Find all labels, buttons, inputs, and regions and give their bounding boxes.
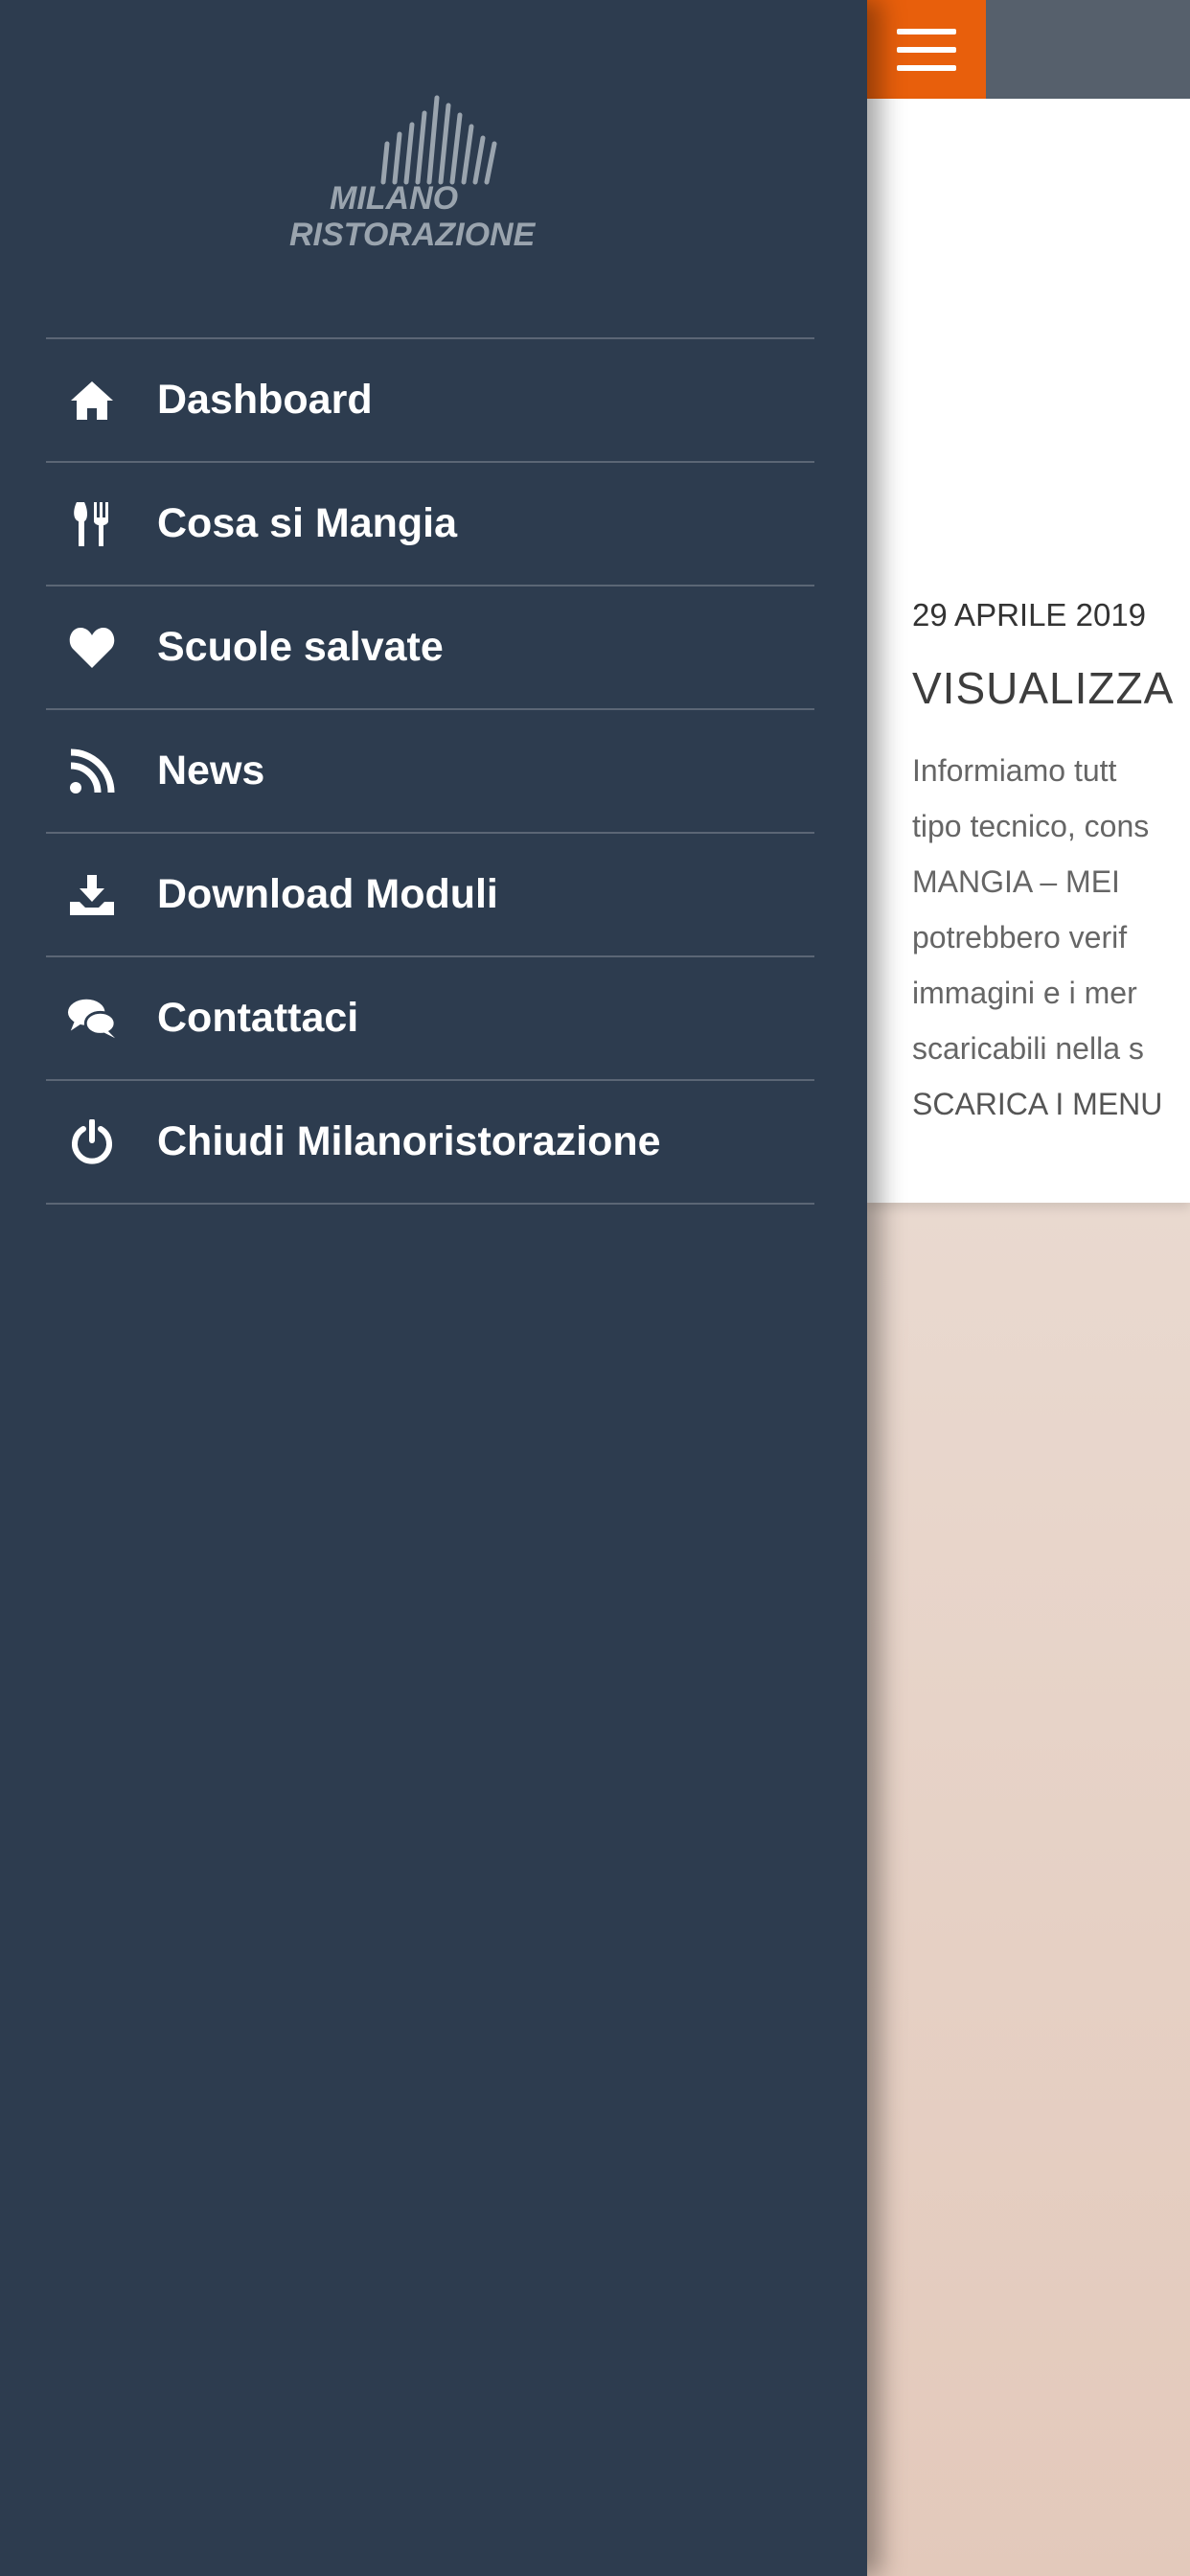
logo-graphic: MILANO RISTORAZIONE: [289, 95, 537, 253]
menu-item-contattaci[interactable]: Contattaci: [46, 957, 814, 1081]
news-line: MANGIA – MEI: [912, 864, 1120, 899]
news-line: scaricabili nella s: [912, 1031, 1144, 1066]
power-icon: [67, 1117, 117, 1167]
news-line: immagini e i mer: [912, 976, 1137, 1010]
news-date: 29 APRILE 2019: [912, 597, 1147, 632]
menu-item-label: Dashboard: [157, 377, 373, 423]
menu-item-label: Chiudi Milanoristorazione: [157, 1118, 661, 1164]
menu-item-label: Download Moduli: [157, 871, 498, 917]
hamburger-icon: [897, 28, 956, 71]
menu-item-label: Cosa si Mangia: [157, 500, 458, 546]
news-line: Informiamo tutt: [912, 753, 1117, 788]
brand-logo: MILANO RISTORAZIONE: [287, 77, 575, 253]
home-icon: [67, 376, 117, 426]
news-card[interactable]: 29 APRILE 2019 VISUALIZZA Informiamo tut…: [867, 99, 1190, 1203]
news-line: tipo tecnico, cons: [912, 809, 1150, 843]
download-icon: [67, 870, 117, 920]
menu-item-label: Contattaci: [157, 995, 359, 1041]
logo-line-1: MILANO: [330, 180, 458, 217]
menu-item-label: News: [157, 748, 265, 794]
top-bar: [867, 0, 1190, 99]
menu-item-download-moduli[interactable]: Download Moduli: [46, 834, 814, 957]
menu-item-chiudi[interactable]: Chiudi Milanoristorazione: [46, 1081, 814, 1205]
menu-item-cosa-si-mangia[interactable]: Cosa si Mangia: [46, 463, 814, 586]
menu-item-news[interactable]: News: [46, 710, 814, 834]
chat-icon: [67, 994, 117, 1044]
menu-item-label: Scuole salvate: [157, 624, 444, 670]
menu-item-dashboard[interactable]: Dashboard: [46, 339, 814, 463]
rss-icon: [67, 747, 117, 796]
cutlery-icon: [67, 499, 117, 549]
main-content: 29 APRILE 2019 VISUALIZZA Informiamo tut…: [867, 0, 1190, 2576]
news-line: potrebbero verif: [912, 920, 1128, 954]
heart-icon: [67, 623, 117, 673]
news-download-link[interactable]: SCARICA I MENU: [912, 1076, 1190, 1132]
menu-item-scuole-salvate[interactable]: Scuole salvate: [46, 586, 814, 710]
logo-line-2: RISTORAZIONE: [289, 217, 537, 249]
navigation-drawer: MILANO RISTORAZIONE Dashboard Cosa si Ma…: [0, 0, 867, 2576]
menu-button[interactable]: [867, 0, 986, 99]
drawer-menu: Dashboard Cosa si Mangia Scuole salvate …: [46, 337, 814, 1205]
news-excerpt: Informiamo tutt tipo tecnico, cons MANGI…: [912, 743, 1190, 1132]
news-title[interactable]: VISUALIZZA: [912, 662, 1174, 714]
